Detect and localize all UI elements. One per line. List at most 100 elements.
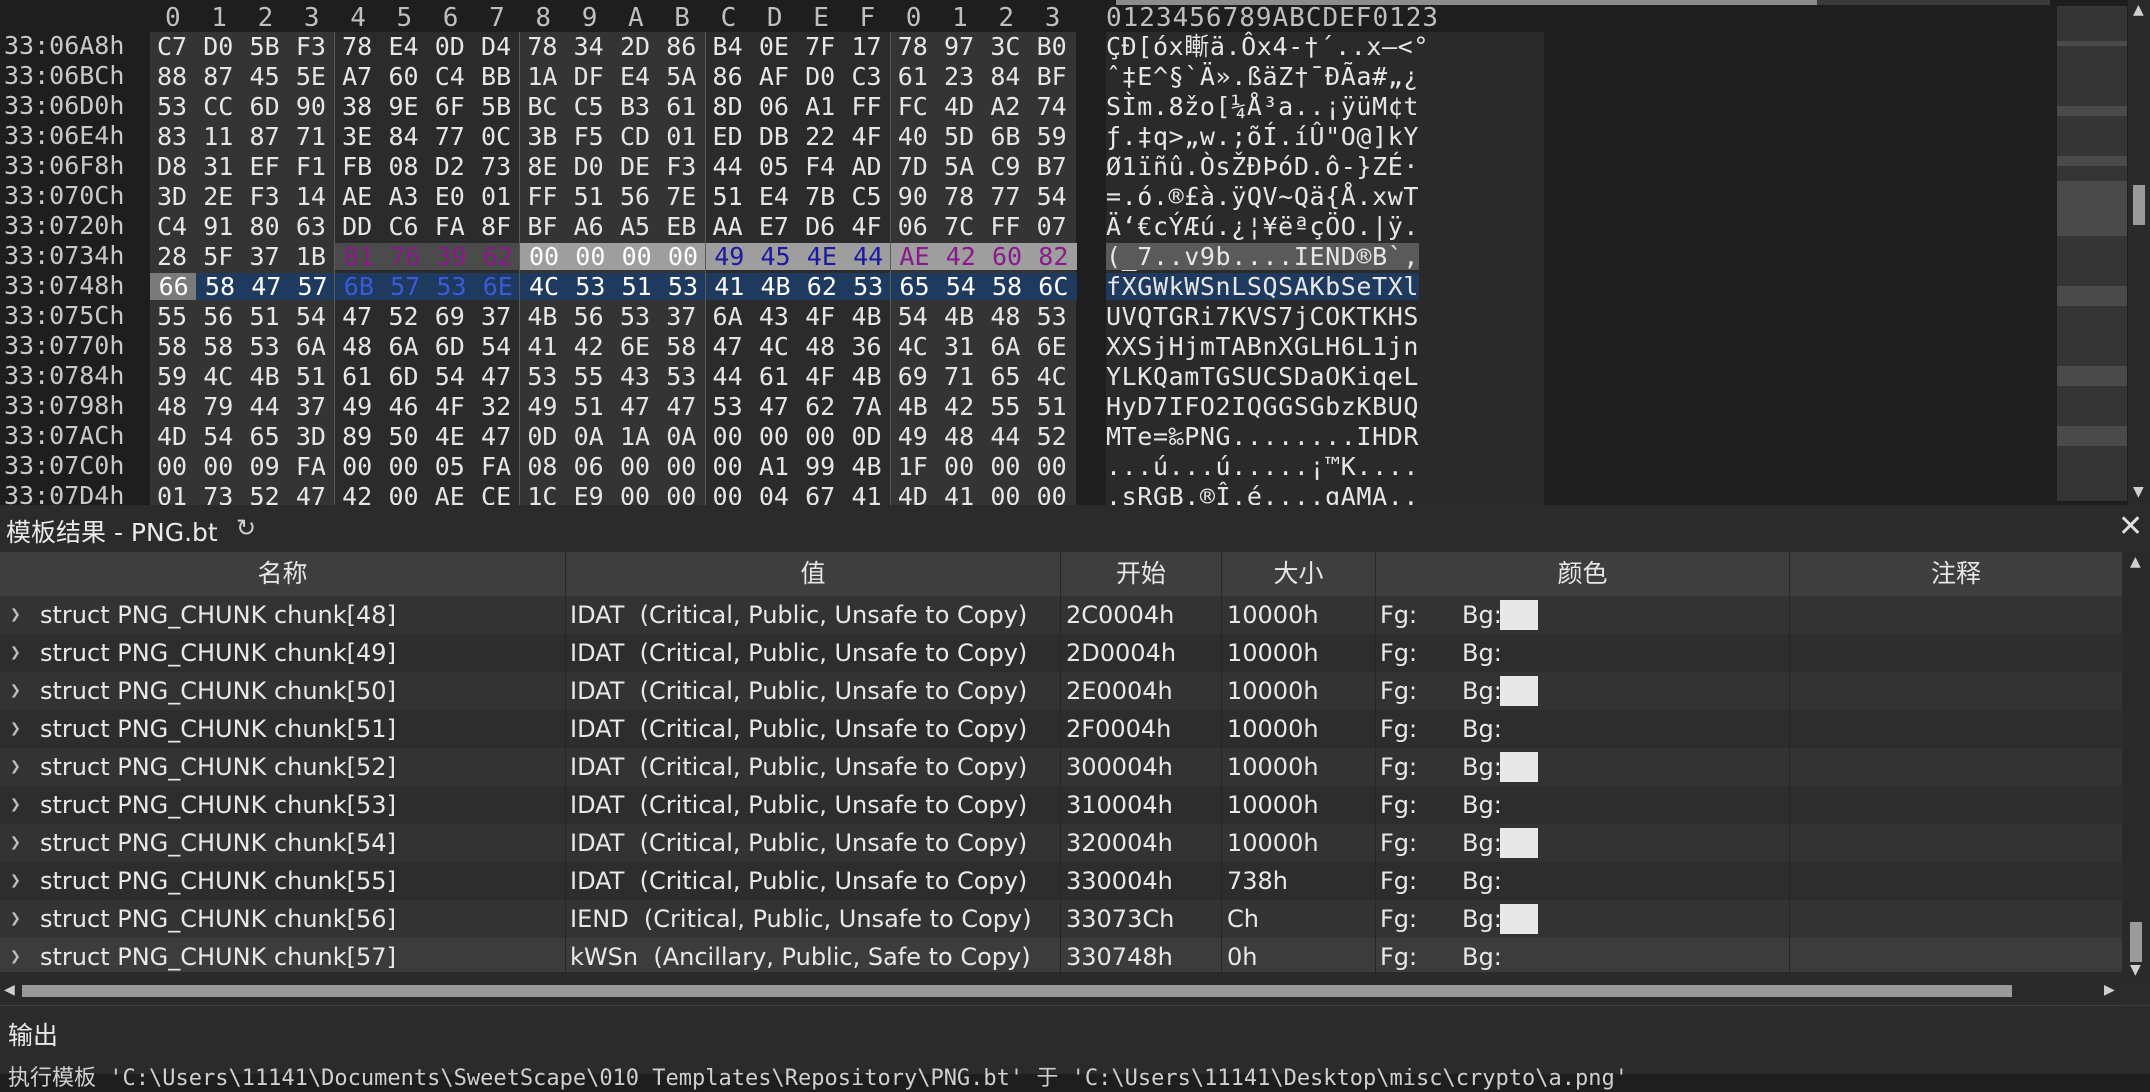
hex-byte[interactable]: 37 (474, 303, 518, 330)
hex-byte[interactable]: 53 (844, 273, 892, 300)
hex-byte[interactable]: E0 (428, 183, 472, 210)
hex-byte[interactable]: A3 (382, 183, 426, 210)
chevron-right-icon[interactable]: ❯ (10, 938, 21, 972)
hex-byte[interactable]: 7F (798, 33, 842, 60)
hex-byte[interactable]: 44 (706, 153, 750, 180)
hex-byte[interactable]: 17 (845, 33, 889, 60)
hex-byte[interactable]: A1 (798, 93, 842, 120)
hex-byte[interactable]: 49 (520, 393, 564, 420)
hex-byte[interactable]: E4 (613, 63, 657, 90)
color-swatch[interactable] (1500, 828, 1538, 858)
hex-byte[interactable]: 4D (891, 483, 935, 505)
template-vertical-scrollbar[interactable]: ▲ ▼ (2122, 552, 2150, 980)
hex-byte[interactable]: AF (752, 63, 796, 90)
hex-byte[interactable]: 83 (150, 123, 194, 150)
hex-byte[interactable]: 2E (196, 183, 240, 210)
chevron-right-icon[interactable]: ❯ (10, 710, 21, 748)
hex-byte[interactable]: 86 (706, 63, 750, 90)
hex-byte[interactable]: 08 (382, 153, 426, 180)
hex-byte[interactable]: 00 (382, 483, 426, 505)
hex-byte[interactable]: 55 (150, 303, 194, 330)
hex-row-ascii[interactable]: XXSjHjmTABnXGLH6L1jn (1106, 333, 1419, 360)
scroll-left-icon[interactable]: ◀ (4, 982, 15, 998)
hex-byte[interactable]: 0D (428, 33, 472, 60)
hex-byte[interactable]: 4F (798, 363, 842, 390)
hex-byte[interactable]: 78 (520, 33, 564, 60)
hex-byte[interactable]: 55 (983, 393, 1027, 420)
hex-row-address[interactable]: 33:0720h (4, 211, 154, 241)
hex-byte[interactable]: 3D (150, 183, 194, 210)
hex-byte[interactable]: BC (520, 93, 564, 120)
hex-byte[interactable]: 47 (242, 273, 290, 300)
hex-byte[interactable]: 00 (937, 453, 981, 480)
hex-byte[interactable]: 06 (891, 213, 935, 240)
hex-byte[interactable]: DB (752, 123, 796, 150)
table-row[interactable]: ❯ struct PNG_CHUNK chunk[50] IDAT (Critica… (0, 672, 2122, 710)
hex-byte[interactable]: 39 (427, 243, 476, 270)
hex-byte[interactable]: 6A (382, 333, 426, 360)
hex-byte[interactable]: 47 (474, 423, 518, 450)
hex-byte[interactable]: 74 (1030, 93, 1074, 120)
hex-byte[interactable]: 4C (891, 333, 935, 360)
hex-byte[interactable]: 37 (243, 243, 287, 270)
hex-byte[interactable]: 4E (428, 423, 472, 450)
chevron-right-icon[interactable]: ❯ (10, 634, 21, 672)
hex-byte[interactable]: 00 (752, 423, 796, 450)
hex-byte[interactable]: 61 (752, 363, 796, 390)
hex-byte[interactable]: 84 (983, 63, 1027, 90)
hex-byte[interactable]: 87 (196, 63, 240, 90)
hex-byte[interactable]: 86 (659, 33, 703, 60)
hex-byte[interactable]: 4B (937, 303, 981, 330)
hex-byte[interactable]: 00 (613, 483, 657, 505)
hex-minimap[interactable] (2057, 6, 2127, 501)
hex-byte[interactable]: 4C (520, 273, 568, 300)
chevron-right-icon[interactable]: ❯ (10, 862, 21, 900)
table-row[interactable]: ❯ struct PNG_CHUNK chunk[55] IDAT (Critica… (0, 862, 2122, 900)
hex-byte[interactable]: DF (567, 63, 611, 90)
hex-byte[interactable]: 4B (845, 453, 889, 480)
hex-byte[interactable]: 8F (474, 213, 518, 240)
hex-byte[interactable]: 44 (844, 243, 892, 270)
hex-byte[interactable]: 6F (428, 93, 472, 120)
hex-byte[interactable]: 00 (983, 483, 1027, 505)
color-swatch[interactable] (1500, 676, 1538, 706)
column-header-size[interactable]: 大小 (1222, 552, 1376, 596)
hex-byte[interactable]: AE (335, 183, 379, 210)
hex-byte[interactable]: 53 (659, 363, 703, 390)
hex-row-ascii[interactable]: (_7..v9b....IEND®B`‚ (1106, 243, 1420, 270)
hex-row-ascii[interactable]: fXGWkWSnLSQSAKbSeTXl (1106, 273, 1420, 300)
hex-byte[interactable]: 57 (288, 273, 337, 300)
scroll-down-icon[interactable]: ▼ (2133, 484, 2144, 500)
table-row[interactable]: ❯ struct PNG_CHUNK chunk[57] kWSn (Ancilla… (0, 938, 2122, 972)
hex-byte[interactable]: 58 (983, 273, 1031, 300)
template-hscroll-thumb[interactable] (22, 985, 2012, 997)
hex-byte[interactable]: 00 (1030, 483, 1074, 505)
hex-byte[interactable]: 0C (474, 123, 518, 150)
hex-byte[interactable]: 4F (845, 123, 889, 150)
table-row[interactable]: ❯ struct PNG_CHUNK chunk[53] IDAT (Critica… (0, 786, 2122, 824)
hex-byte[interactable]: FA (428, 213, 472, 240)
hex-byte[interactable]: 00 (706, 423, 750, 450)
scroll-down-icon[interactable]: ▼ (2130, 962, 2141, 978)
hex-byte[interactable]: DE (613, 153, 657, 180)
hex-byte[interactable]: 54 (428, 363, 472, 390)
hex-byte[interactable]: 61 (891, 63, 935, 90)
hex-row-ascii[interactable]: ...ú...ú.....¡™K.... (1106, 453, 1419, 480)
hex-byte[interactable]: 48 (335, 333, 379, 360)
hex-byte[interactable]: 51 (567, 393, 611, 420)
hex-byte[interactable]: 47 (613, 393, 657, 420)
hex-byte[interactable]: 28 (150, 243, 194, 270)
hex-byte[interactable]: 44 (706, 363, 750, 390)
hex-byte[interactable]: 71 (937, 363, 981, 390)
hex-byte[interactable]: 44 (983, 423, 1027, 450)
table-row[interactable]: ❯ struct PNG_CHUNK chunk[56] IEND (Critica… (0, 900, 2122, 938)
hex-byte[interactable]: AE (890, 243, 939, 270)
hex-byte[interactable]: FA (289, 453, 333, 480)
hex-byte[interactable]: 0A (567, 423, 611, 450)
hex-byte[interactable]: 43 (752, 303, 796, 330)
hex-byte[interactable]: 53 (427, 273, 476, 300)
hex-byte[interactable]: 82 (1029, 243, 1077, 270)
hex-byte[interactable]: 0D (845, 423, 889, 450)
hex-byte[interactable]: D0 (567, 153, 611, 180)
template-horizontal-scrollbar[interactable]: ◀ ▶ (0, 980, 2122, 1002)
